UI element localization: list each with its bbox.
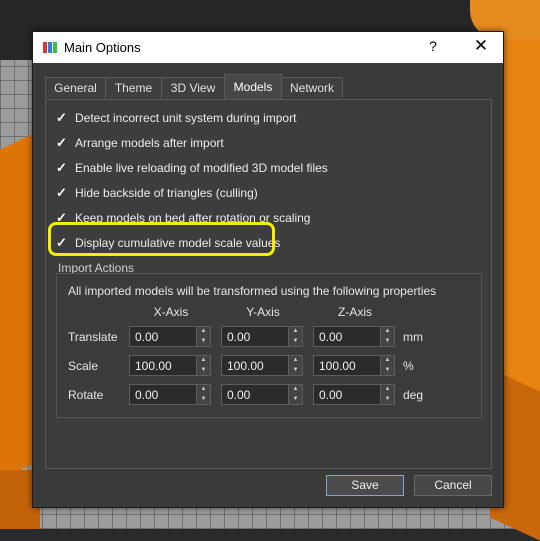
spin-up-icon[interactable]: ▲ bbox=[289, 327, 302, 336]
spin-up-icon[interactable]: ▲ bbox=[197, 327, 210, 336]
spinbox-value: 100.00 bbox=[135, 359, 172, 373]
rotate-label: Rotate bbox=[68, 388, 104, 402]
spin-up-icon[interactable]: ▲ bbox=[381, 385, 394, 394]
spin-down-icon[interactable]: ▼ bbox=[289, 366, 302, 375]
spinbox-value: 0.00 bbox=[135, 388, 159, 402]
spin-up-icon[interactable]: ▲ bbox=[197, 385, 210, 394]
dialog-title: Main Options bbox=[64, 40, 141, 55]
spin-down-icon[interactable]: ▼ bbox=[381, 337, 394, 346]
spinbox-value: 0.00 bbox=[319, 330, 343, 344]
scale-x-spinbox[interactable]: 100.00 ▲ ▼ bbox=[129, 355, 211, 376]
models-tab-panel: ✓ Detect incorrect unit system during im… bbox=[45, 99, 492, 469]
spin-up-icon[interactable]: ▲ bbox=[197, 356, 210, 365]
tab-models[interactable]: Models bbox=[224, 74, 282, 99]
app-icon bbox=[43, 40, 58, 55]
import-actions-description: All imported models will be transformed … bbox=[68, 284, 437, 298]
y-axis-header: Y-Axis bbox=[246, 305, 280, 319]
spinbox-buttons: ▲ ▼ bbox=[380, 385, 394, 404]
spinbox-value: 100.00 bbox=[319, 359, 356, 373]
spinbox-value: 0.00 bbox=[135, 330, 159, 344]
spinbox-value: 0.00 bbox=[319, 388, 343, 402]
close-icon[interactable]: ✕ bbox=[471, 36, 491, 56]
save-button[interactable]: Save bbox=[326, 475, 404, 496]
translate-x-spinbox[interactable]: 0.00 ▲ ▼ bbox=[129, 326, 211, 347]
checkbox-checked-icon[interactable]: ✓ bbox=[56, 111, 69, 124]
spinbox-buttons: ▲ ▼ bbox=[288, 327, 302, 346]
spin-down-icon[interactable]: ▼ bbox=[197, 395, 210, 404]
z-axis-header: Z-Axis bbox=[338, 305, 372, 319]
main-options-dialog: Main Options ? ✕ General Theme 3D View M… bbox=[32, 31, 504, 508]
spinbox-value: 0.00 bbox=[227, 388, 251, 402]
spinbox-buttons: ▲ ▼ bbox=[288, 356, 302, 375]
checkbox-checked-icon[interactable]: ✓ bbox=[56, 186, 69, 199]
spin-up-icon[interactable]: ▲ bbox=[381, 356, 394, 365]
title-bar[interactable]: Main Options ? ✕ bbox=[33, 32, 503, 63]
background-model-right bbox=[500, 0, 540, 420]
spin-up-icon[interactable]: ▲ bbox=[289, 385, 302, 394]
spin-down-icon[interactable]: ▼ bbox=[289, 395, 302, 404]
app-icon-bar-blue bbox=[48, 42, 52, 53]
spin-down-icon[interactable]: ▼ bbox=[381, 395, 394, 404]
cancel-button[interactable]: Cancel bbox=[414, 475, 492, 496]
rotate-y-spinbox[interactable]: 0.00 ▲ ▼ bbox=[221, 384, 303, 405]
option-label: Detect incorrect unit system during impo… bbox=[75, 111, 297, 125]
spinbox-buttons: ▲ ▼ bbox=[380, 356, 394, 375]
tab-3d-view[interactable]: 3D View bbox=[161, 77, 225, 98]
checkbox-checked-icon[interactable]: ✓ bbox=[56, 161, 69, 174]
app-icon-bar-green bbox=[53, 42, 57, 53]
spinbox-value: 0.00 bbox=[227, 330, 251, 344]
rotate-x-spinbox[interactable]: 0.00 ▲ ▼ bbox=[129, 384, 211, 405]
rotate-unit: deg bbox=[403, 388, 424, 402]
spinbox-buttons: ▲ ▼ bbox=[380, 327, 394, 346]
spin-down-icon[interactable]: ▼ bbox=[289, 337, 302, 346]
app-icon-bar-red bbox=[43, 42, 47, 53]
highlight-annotation bbox=[48, 222, 275, 256]
scale-z-spinbox[interactable]: 100.00 ▲ ▼ bbox=[313, 355, 395, 376]
import-actions-group: All imported models will be transformed … bbox=[56, 273, 482, 418]
spin-up-icon[interactable]: ▲ bbox=[381, 327, 394, 336]
option-label: Hide backside of triangles (culling) bbox=[75, 186, 258, 200]
spinbox-buttons: ▲ ▼ bbox=[196, 385, 210, 404]
tab-theme[interactable]: Theme bbox=[105, 77, 162, 98]
scale-label: Scale bbox=[68, 359, 99, 373]
option-label: Enable live reloading of modified 3D mod… bbox=[75, 161, 328, 175]
scale-y-spinbox[interactable]: 100.00 ▲ ▼ bbox=[221, 355, 303, 376]
spinbox-buttons: ▲ ▼ bbox=[196, 356, 210, 375]
scale-unit: % bbox=[403, 359, 414, 373]
help-button[interactable]: ? bbox=[425, 38, 441, 54]
translate-z-spinbox[interactable]: 0.00 ▲ ▼ bbox=[313, 326, 395, 347]
checkbox-checked-icon[interactable]: ✓ bbox=[56, 136, 69, 149]
spin-down-icon[interactable]: ▼ bbox=[381, 366, 394, 375]
spinbox-value: 100.00 bbox=[227, 359, 264, 373]
spin-up-icon[interactable]: ▲ bbox=[289, 356, 302, 365]
tab-general[interactable]: General bbox=[45, 77, 106, 98]
spinbox-buttons: ▲ ▼ bbox=[288, 385, 302, 404]
translate-label: Translate bbox=[68, 330, 118, 344]
translate-unit: mm bbox=[403, 330, 423, 344]
spin-down-icon[interactable]: ▼ bbox=[197, 337, 210, 346]
x-axis-header: X-Axis bbox=[153, 305, 189, 319]
rotate-z-spinbox[interactable]: 0.00 ▲ ▼ bbox=[313, 384, 395, 405]
option-label: Arrange models after import bbox=[75, 136, 224, 150]
spin-down-icon[interactable]: ▼ bbox=[197, 366, 210, 375]
spinbox-buttons: ▲ ▼ bbox=[196, 327, 210, 346]
translate-y-spinbox[interactable]: 0.00 ▲ ▼ bbox=[221, 326, 303, 347]
tab-network[interactable]: Network bbox=[281, 77, 343, 98]
